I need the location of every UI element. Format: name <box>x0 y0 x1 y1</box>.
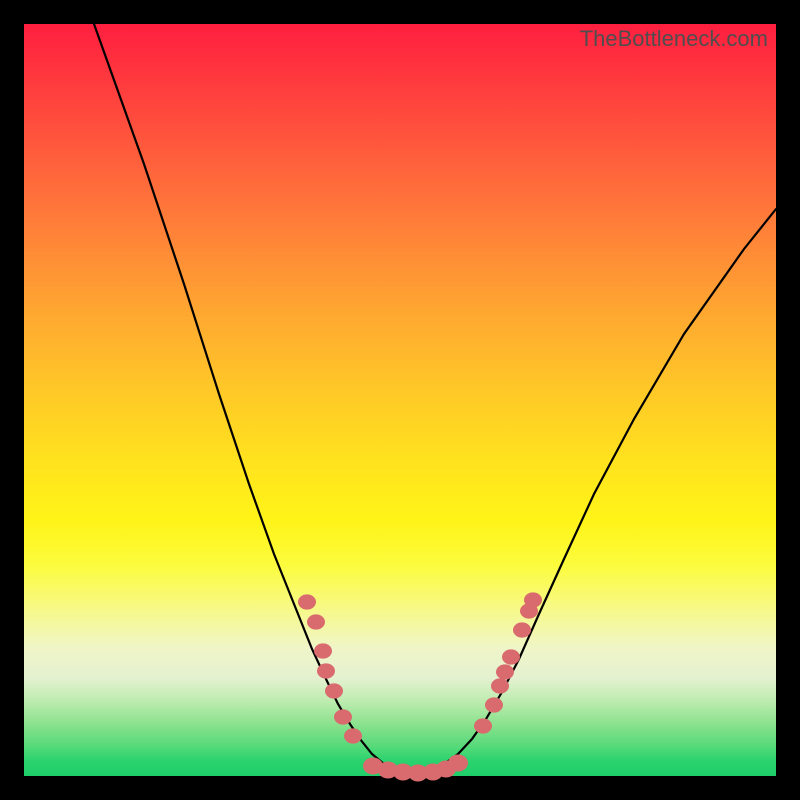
data-marker <box>474 718 492 733</box>
data-marker <box>491 678 509 693</box>
data-marker <box>485 697 503 712</box>
markers-left <box>298 594 362 743</box>
data-marker <box>314 643 332 658</box>
data-marker <box>513 622 531 637</box>
curve-svg <box>24 24 776 776</box>
data-marker <box>344 728 362 743</box>
chart-frame: TheBottleneck.com <box>0 0 800 800</box>
data-marker <box>307 614 325 629</box>
data-marker <box>334 709 352 724</box>
data-marker <box>524 592 542 607</box>
data-marker <box>496 664 514 679</box>
markers-right <box>474 592 542 733</box>
data-marker <box>325 683 343 698</box>
data-marker <box>298 594 316 609</box>
data-marker <box>317 663 335 678</box>
data-marker <box>502 649 520 664</box>
data-marker <box>448 755 468 772</box>
bottleneck-curve <box>94 24 776 769</box>
plot-area: TheBottleneck.com <box>24 24 776 776</box>
